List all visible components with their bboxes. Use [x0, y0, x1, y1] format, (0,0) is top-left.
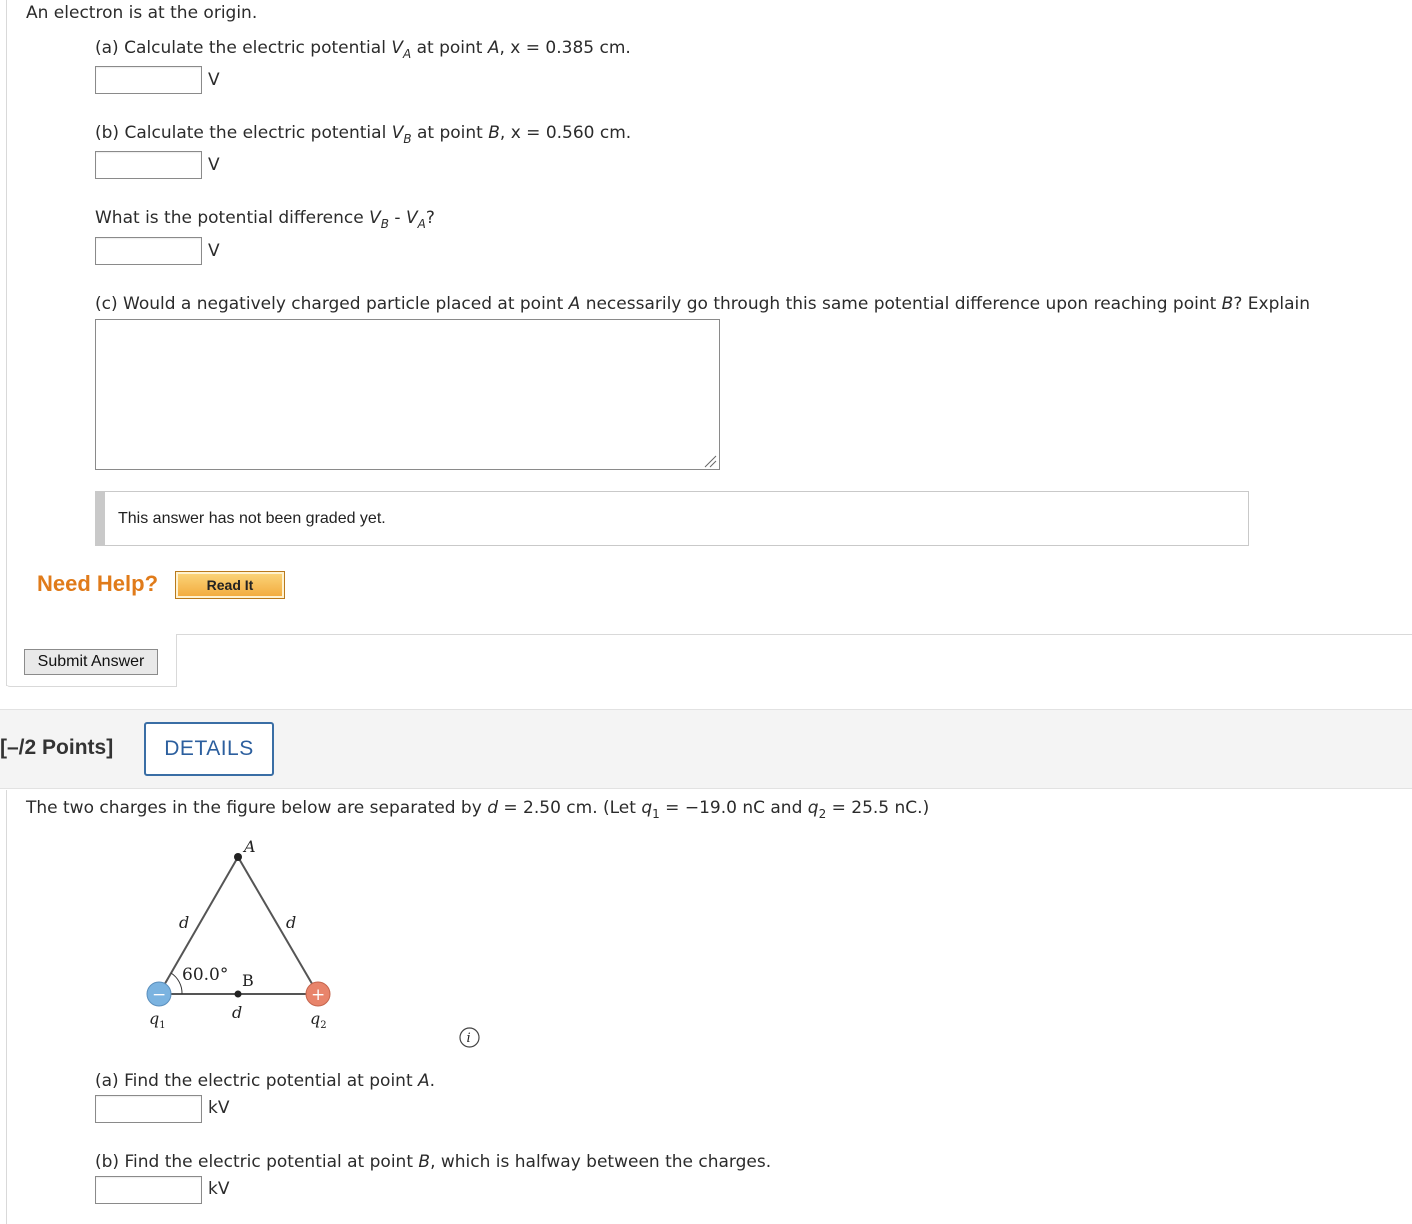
answer-input-diff[interactable] [95, 237, 202, 265]
unit-label-b: V [208, 155, 220, 175]
question-a: (a) Calculate the electric potential VA … [95, 38, 631, 61]
info-icon[interactable]: i [459, 1027, 480, 1048]
details-button[interactable]: DETAILS [144, 722, 274, 776]
submit-area-top-line [176, 634, 1412, 635]
left-border [6, 0, 7, 686]
read-it-button[interactable]: Read It [175, 571, 285, 599]
point-a-dot [234, 853, 242, 861]
problem2-statement: The two charges in the figure below are … [26, 798, 930, 821]
charges-triangle-figure: A B d d d 60.0° − + q1 q2 [146, 837, 331, 1031]
label-d-left: d [179, 913, 189, 932]
need-help-label: Need Help? [37, 571, 159, 596]
left-border-2 [6, 790, 7, 1224]
answer-input-b[interactable] [95, 151, 202, 179]
answer-input-p2a[interactable] [95, 1095, 202, 1123]
problem2-question-b: (b) Find the electric potential at point… [95, 1152, 772, 1172]
answer-input-a[interactable] [95, 66, 202, 94]
points-label: [–/2 Points] [0, 736, 114, 759]
unit-label-a: V [208, 70, 220, 90]
label-angle: 60.0° [182, 965, 228, 985]
unit-label-p2a: kV [208, 1098, 230, 1118]
label-b: B [242, 971, 254, 990]
question-c: (c) Would a negatively charged particle … [95, 294, 1311, 314]
angle-arc [170, 972, 183, 995]
grading-status-text: This answer has not been graded yet. [118, 509, 386, 527]
question-diff: What is the potential difference VB - VA… [95, 208, 435, 231]
problem2-question-a: (a) Find the electric potential at point… [95, 1071, 436, 1091]
unit-label-p2b: kV [208, 1179, 230, 1199]
label-a: A [242, 837, 256, 856]
svg-text:−: − [152, 985, 166, 1005]
svg-text:+: + [311, 985, 325, 1005]
submit-answer-button[interactable]: Submit Answer [24, 649, 158, 675]
question-b: (b) Calculate the electric potential VB … [95, 123, 632, 146]
intro-text: An electron is at the origin. [26, 3, 258, 23]
label-q1: q1 [149, 1009, 166, 1031]
answer-input-p2b[interactable] [95, 1176, 202, 1204]
explanation-textarea[interactable] [95, 319, 720, 470]
point-b-dot [234, 990, 242, 998]
label-q2: q2 [310, 1009, 327, 1031]
label-d-bottom: d [232, 1003, 242, 1022]
resize-handle-icon[interactable] [703, 454, 717, 468]
unit-label-diff: V [208, 241, 220, 261]
grading-status-box: This answer has not been graded yet. [95, 491, 1249, 546]
label-d-right: d [286, 913, 296, 932]
svg-text:i: i [467, 1031, 471, 1046]
